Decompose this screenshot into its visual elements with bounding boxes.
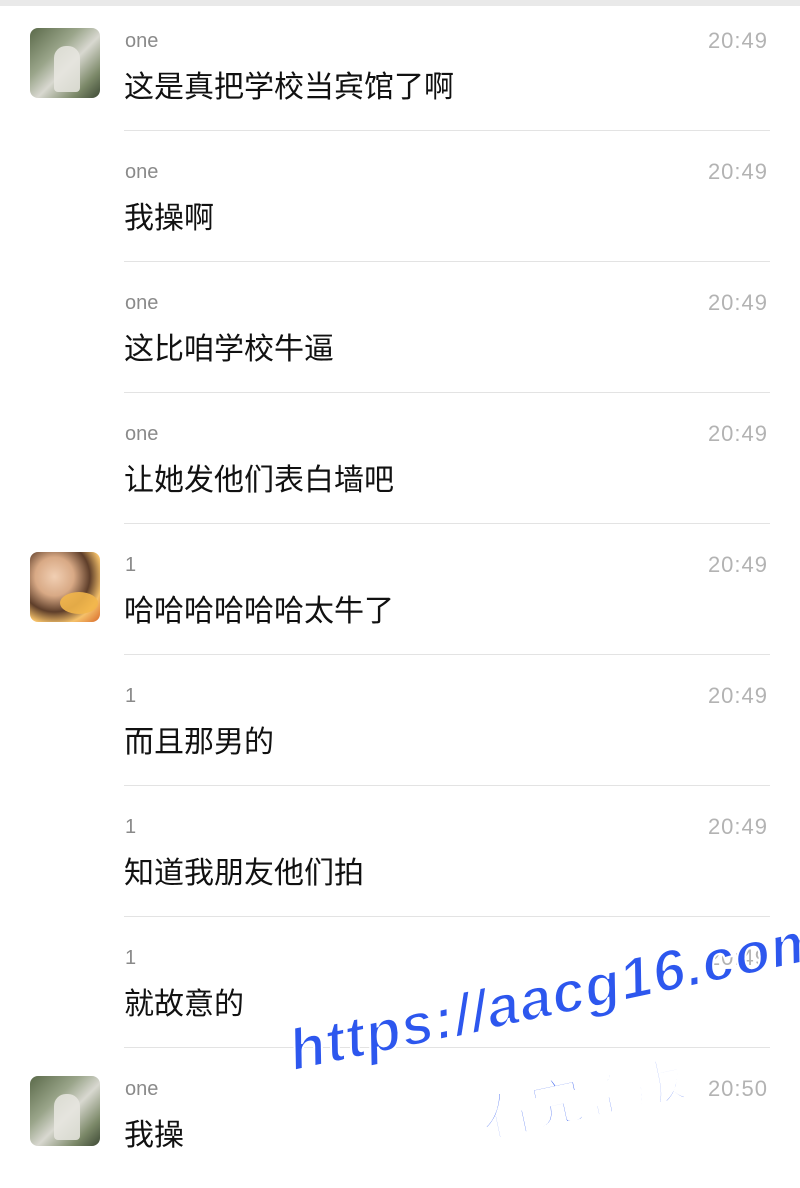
avatar-1[interactable] [30, 552, 100, 622]
avatar-one[interactable] [30, 1076, 100, 1146]
sender-name: one [125, 292, 159, 314]
message-text: 而且那男的 [124, 725, 274, 760]
sender-name: 1 [125, 685, 137, 707]
sender-name: 1 [125, 816, 137, 838]
message-row[interactable]: one 20:50 我操 [0, 1048, 800, 1179]
sender-name: 1 [125, 947, 137, 969]
message-time: 20:49 [707, 290, 768, 315]
message-text: 就故意的 [124, 987, 244, 1022]
chat-message-list[interactable]: one 20:49 这是真把学校当宾馆了啊 one 20:49 我操啊 one … [0, 0, 800, 1174]
message-text: 这是真把学校当宾馆了啊 [124, 70, 454, 105]
message-time: 20:49 [707, 552, 768, 577]
sender-name: one [125, 30, 159, 52]
message-text: 这比咱学校牛逼 [124, 332, 334, 367]
message-row[interactable]: 1 20:49 哈哈哈哈哈哈太牛了 [0, 524, 800, 655]
message-row[interactable]: 1 20:49 而且那男的 [0, 655, 800, 786]
message-text: 哈哈哈哈哈哈太牛了 [124, 594, 394, 629]
message-time: 20:49 [707, 814, 768, 839]
message-time: 20:49 [707, 159, 768, 184]
message-row[interactable]: one 20:49 这是真把学校当宾馆了啊 [0, 0, 800, 131]
message-time: 20:49 [707, 683, 768, 708]
sender-name: one [125, 1078, 159, 1100]
sender-name: one [125, 161, 159, 183]
sender-name: one [125, 423, 159, 445]
message-time: 20:49 [707, 421, 768, 446]
message-time: 20:49 [707, 945, 768, 970]
avatar-one[interactable] [30, 28, 100, 98]
message-row[interactable]: one 20:49 让她发他们表白墙吧 [0, 393, 800, 524]
message-row[interactable]: one 20:49 我操啊 [0, 131, 800, 262]
message-text: 让她发他们表白墙吧 [124, 463, 394, 498]
message-text: 知道我朋友他们拍 [124, 856, 364, 891]
message-row[interactable]: 1 20:49 知道我朋友他们拍 [0, 786, 800, 917]
message-row[interactable]: one 20:49 这比咱学校牛逼 [0, 262, 800, 393]
message-text: 我操啊 [124, 201, 214, 236]
sender-name: 1 [125, 554, 137, 576]
message-time: 20:49 [707, 28, 768, 53]
message-time: 20:50 [707, 1076, 768, 1101]
message-row[interactable]: 1 20:49 就故意的 [0, 917, 800, 1048]
message-text: 我操 [124, 1118, 184, 1153]
